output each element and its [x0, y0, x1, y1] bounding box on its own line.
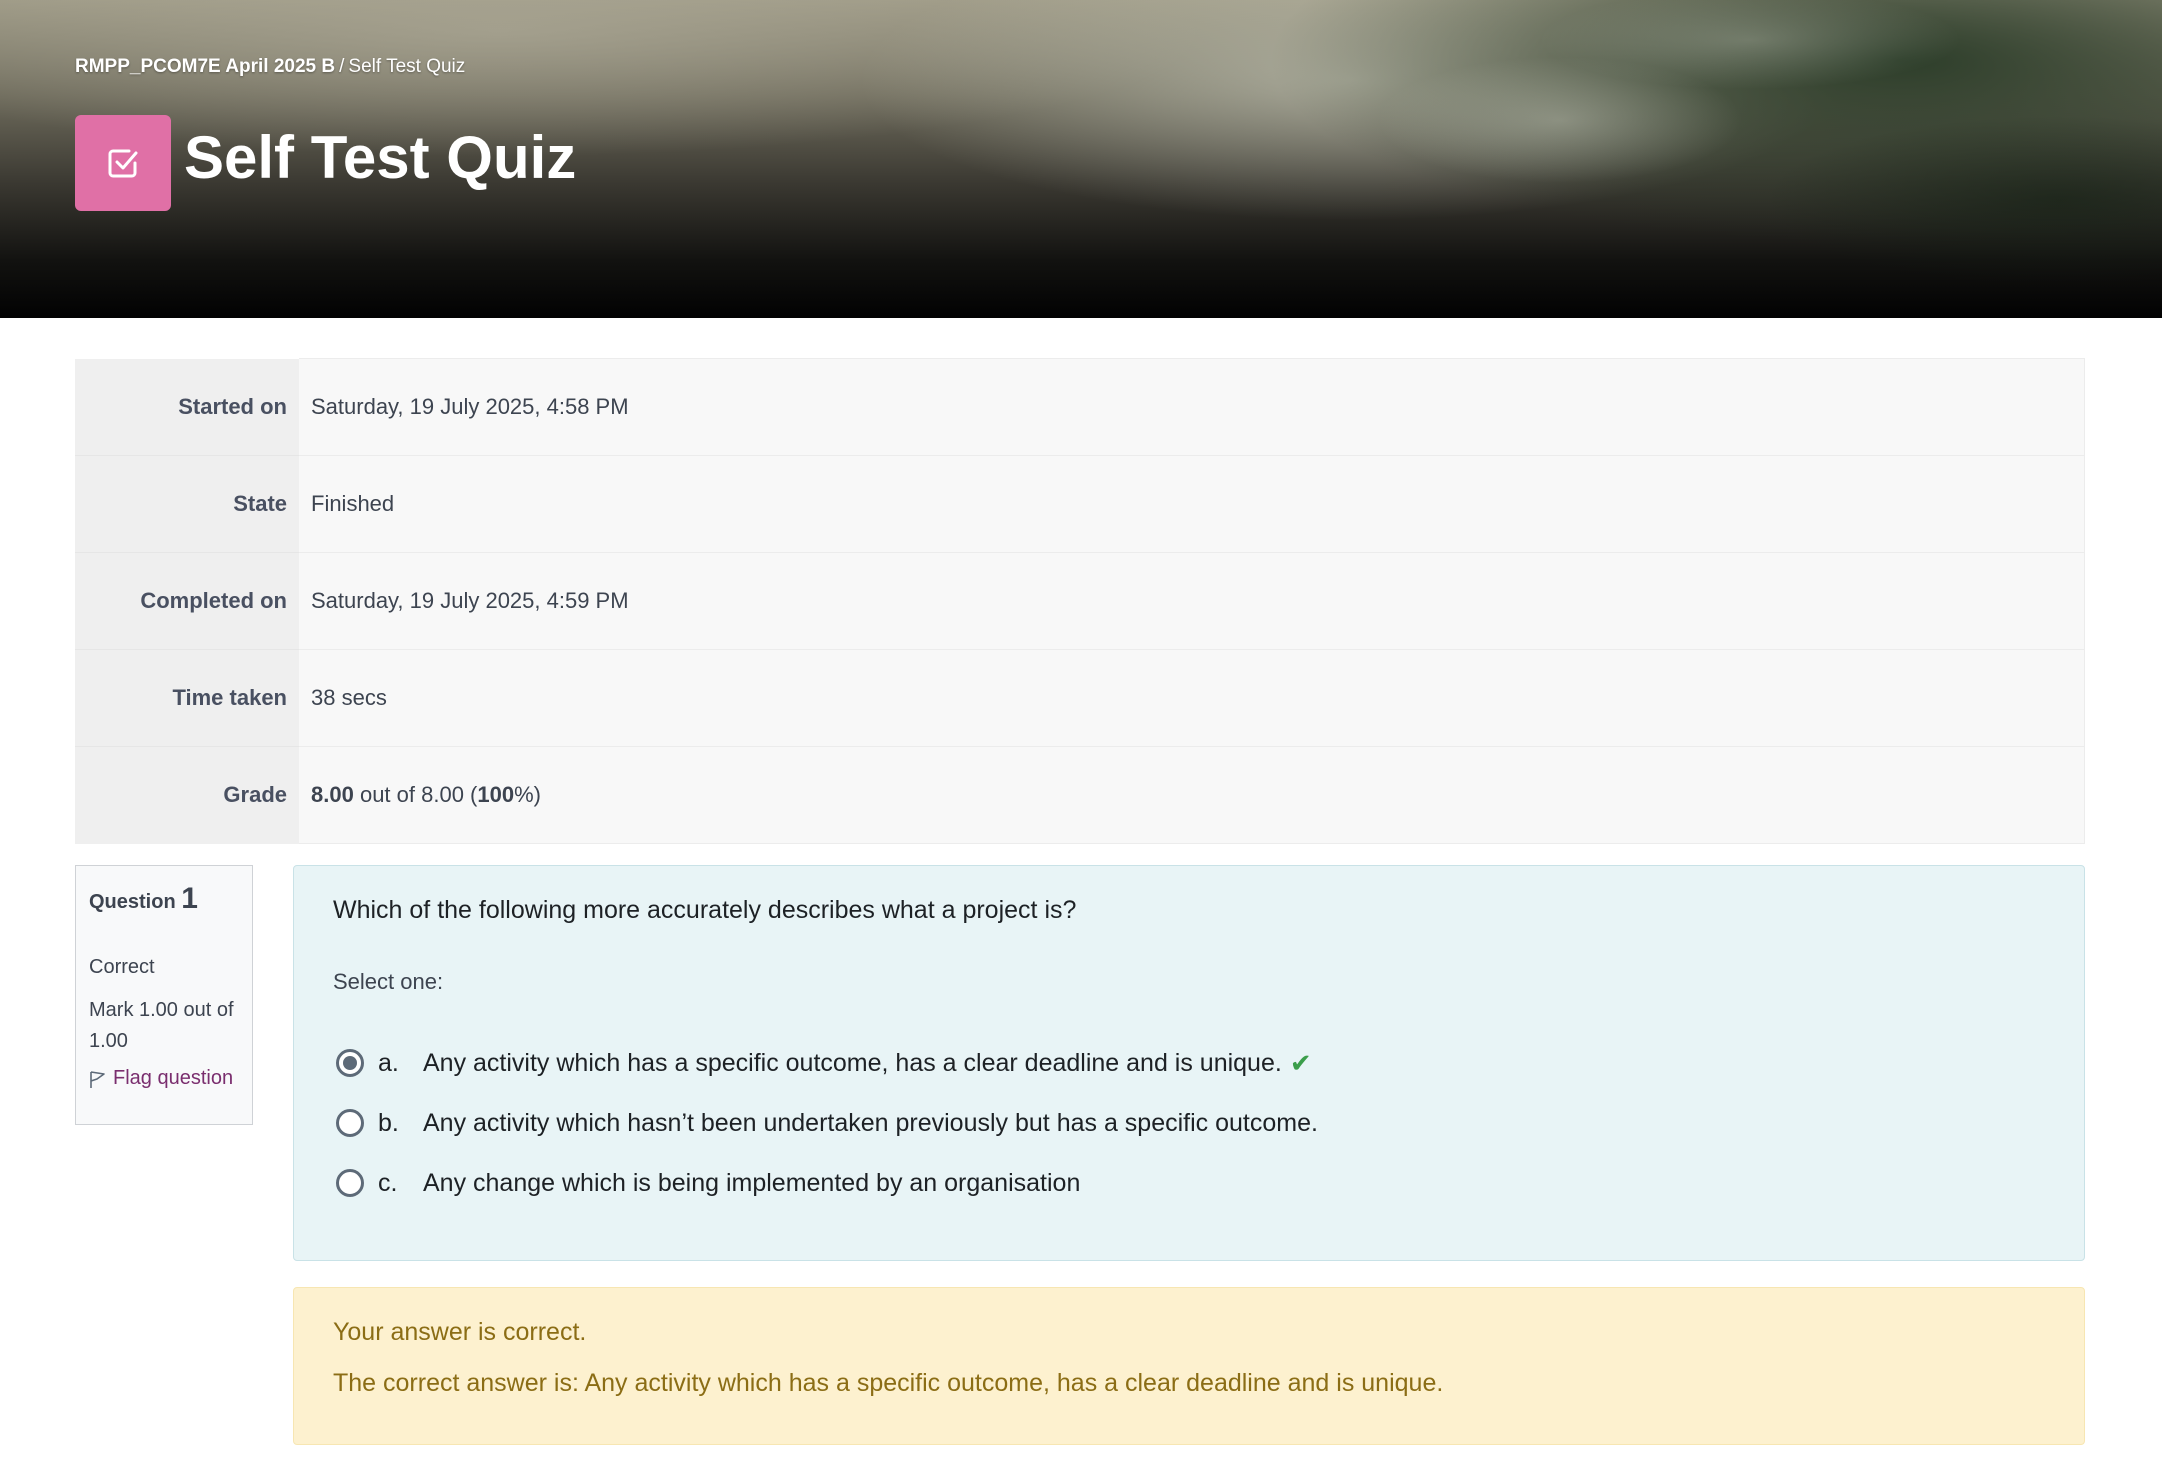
summary-value: Saturday, 19 July 2025, 4:58 PM — [299, 358, 2085, 456]
feedback-result: Your answer is correct. — [333, 1318, 587, 1346]
summary-value: Finished — [299, 455, 2085, 553]
flag-question-link[interactable]: Flag question — [89, 1067, 239, 1090]
grade-percent: 100 — [477, 782, 515, 807]
summary-row-state: State Finished — [75, 455, 2085, 553]
summary-row-grade: Grade 8.00 out of 8.00 (100%) — [75, 746, 2085, 844]
summary-label: State — [75, 455, 299, 553]
grade-percent-suffix: %) — [514, 782, 541, 807]
breadcrumb-course-link[interactable]: RMPP_PCOM7E April 2025 B — [75, 56, 335, 77]
question-text: Which of the following more accurately d… — [333, 896, 1077, 924]
summary-value: Saturday, 19 July 2025, 4:59 PM — [299, 552, 2085, 650]
question-label: Question — [89, 891, 176, 913]
flag-question-label: Flag question — [113, 1067, 234, 1089]
radio-button[interactable] — [336, 1109, 364, 1137]
grade-value: 8.00 out of 8.00 (100%) — [299, 746, 2085, 844]
question-mark: Mark 1.00 out of 1.00 — [89, 999, 234, 1052]
question-number-value: 1 — [181, 882, 198, 915]
summary-label: Started on — [75, 358, 299, 456]
attempt-summary-table: Started on Saturday, 19 July 2025, 4:58 … — [75, 358, 2085, 844]
summary-value: 38 secs — [299, 649, 2085, 747]
summary-label: Time taken — [75, 649, 299, 747]
page-header-banner: RMPP_PCOM7E April 2025 B / Self Test Quiz … — [0, 0, 2162, 318]
summary-row-time-taken: Time taken 38 secs — [75, 649, 2085, 747]
radio-button-selected[interactable] — [336, 1049, 364, 1077]
select-one-prompt: Select one: — [333, 969, 444, 994]
correct-check-icon: ✔ — [1289, 1047, 1312, 1078]
summary-row-started: Started on Saturday, 19 July 2025, 4:58 … — [75, 358, 2085, 456]
grade-out-of: out of 8.00 ( — [359, 782, 478, 807]
breadcrumb: RMPP_PCOM7E April 2025 B / Self Test Quiz — [75, 56, 465, 78]
answer-text: Any change which is being implemented by… — [423, 1168, 1081, 1197]
summary-row-completed: Completed on Saturday, 19 July 2025, 4:5… — [75, 552, 2085, 650]
question-info-panel: Question 1 Correct Mark 1.00 out of 1.00… — [75, 865, 253, 1125]
answer-letter: b. — [378, 1108, 399, 1137]
answer-option-b[interactable]: b. Any activity which hasn’t been undert… — [333, 1093, 2045, 1153]
question-content: Which of the following more accurately d… — [293, 865, 2085, 1261]
radio-button[interactable] — [336, 1169, 364, 1197]
answer-letter: c. — [378, 1168, 398, 1197]
summary-label: Completed on — [75, 552, 299, 650]
question-state: Correct — [89, 956, 155, 978]
question-number: Question 1 — [89, 882, 239, 916]
feedback-panel: Your answer is correct. The correct answ… — [293, 1287, 2085, 1445]
breadcrumb-separator: / — [339, 56, 345, 77]
answer-letter: a. — [378, 1048, 399, 1077]
summary-label: Grade — [75, 746, 299, 844]
answer-option-a[interactable]: a. Any activity which has a specific out… — [333, 1033, 2045, 1093]
answer-options: a. Any activity which has a specific out… — [333, 1033, 2045, 1213]
breadcrumb-current: Self Test Quiz — [348, 56, 466, 77]
grade-score: 8.00 — [311, 782, 354, 807]
answer-text: Any activity which hasn’t been undertake… — [423, 1108, 1318, 1137]
feedback-correct-answer: The correct answer is: Any activity whic… — [333, 1369, 1444, 1397]
quiz-checkbox-icon — [75, 115, 171, 211]
checkbox-check-icon — [108, 149, 138, 178]
flag-icon — [90, 1070, 105, 1088]
answer-option-c[interactable]: c. Any change which is being implemented… — [333, 1153, 2045, 1213]
answer-text: Any activity which has a specific outcom… — [423, 1048, 1282, 1077]
page-title: Self Test Quiz — [184, 124, 577, 191]
